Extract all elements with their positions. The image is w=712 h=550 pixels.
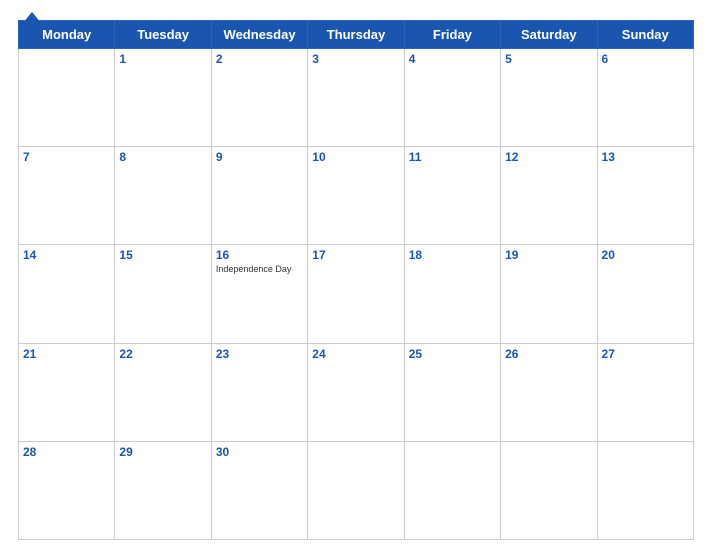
calendar-day-cell: 24: [308, 343, 404, 441]
day-number: 4: [409, 52, 496, 66]
day-number: 13: [602, 150, 689, 164]
calendar-day-cell: 27: [597, 343, 693, 441]
calendar-day-cell: 20: [597, 245, 693, 343]
day-number: 22: [119, 347, 206, 361]
day-number: 8: [119, 150, 206, 164]
day-number: 23: [216, 347, 303, 361]
day-number: 16: [216, 248, 303, 262]
logo: [18, 10, 48, 32]
calendar-day-cell: [19, 49, 115, 147]
calendar-day-cell: 3: [308, 49, 404, 147]
calendar-day-cell: 15: [115, 245, 211, 343]
day-number: 9: [216, 150, 303, 164]
day-number: 7: [23, 150, 110, 164]
calendar-body: 12345678910111213141516Independence Day1…: [19, 49, 694, 540]
day-number: 6: [602, 52, 689, 66]
day-number: 11: [409, 150, 496, 164]
logo-bird-icon: [18, 10, 46, 32]
calendar-day-cell: 5: [501, 49, 597, 147]
day-number: 14: [23, 248, 110, 262]
day-number: 21: [23, 347, 110, 361]
calendar-week-row: 123456: [19, 49, 694, 147]
calendar-day-cell: 25: [404, 343, 500, 441]
calendar-day-cell: 1: [115, 49, 211, 147]
day-number: 5: [505, 52, 592, 66]
day-number: 27: [602, 347, 689, 361]
calendar-day-cell: 2: [211, 49, 307, 147]
weekday-header-cell: Tuesday: [115, 21, 211, 49]
calendar-day-cell: [404, 441, 500, 539]
calendar-day-cell: 7: [19, 147, 115, 245]
calendar-day-cell: 19: [501, 245, 597, 343]
day-number: 1: [119, 52, 206, 66]
day-number: 15: [119, 248, 206, 262]
calendar-day-cell: 22: [115, 343, 211, 441]
calendar-day-cell: 21: [19, 343, 115, 441]
calendar-day-cell: 17: [308, 245, 404, 343]
calendar-day-cell: 16 Independence Day: [211, 245, 307, 343]
holiday-label: Independence Day: [216, 264, 303, 275]
calendar-day-cell: 4: [404, 49, 500, 147]
calendar-day-cell: 29: [115, 441, 211, 539]
day-number: 24: [312, 347, 399, 361]
day-number: 12: [505, 150, 592, 164]
calendar-header: [18, 10, 694, 14]
calendar-day-cell: 14: [19, 245, 115, 343]
calendar-day-cell: 8: [115, 147, 211, 245]
calendar-day-cell: 23: [211, 343, 307, 441]
weekday-header-cell: Wednesday: [211, 21, 307, 49]
calendar-week-row: 28 29 30: [19, 441, 694, 539]
calendar-day-cell: [308, 441, 404, 539]
calendar-table: MondayTuesdayWednesdayThursdayFridaySatu…: [18, 20, 694, 540]
day-number: 19: [505, 248, 592, 262]
calendar-day-cell: [501, 441, 597, 539]
calendar-week-row: 789 10 11 12 13: [19, 147, 694, 245]
weekday-header-cell: Sunday: [597, 21, 693, 49]
day-number: 3: [312, 52, 399, 66]
day-number: 30: [216, 445, 303, 459]
calendar-day-cell: 18: [404, 245, 500, 343]
day-number: 10: [312, 150, 399, 164]
calendar-week-row: 14 15 16 Independence Day 17 18 19 20: [19, 245, 694, 343]
day-number: 18: [409, 248, 496, 262]
calendar-week-row: 21 22 23 24 25 26 27: [19, 343, 694, 441]
day-number: 17: [312, 248, 399, 262]
weekday-header-cell: Friday: [404, 21, 500, 49]
day-number: 25: [409, 347, 496, 361]
day-number: 28: [23, 445, 110, 459]
weekday-header-cell: Saturday: [501, 21, 597, 49]
calendar-day-cell: 10: [308, 147, 404, 245]
calendar-day-cell: 11: [404, 147, 500, 245]
day-number: 29: [119, 445, 206, 459]
calendar-day-cell: [597, 441, 693, 539]
calendar-day-cell: 28: [19, 441, 115, 539]
weekday-header-row: MondayTuesdayWednesdayThursdayFridaySatu…: [19, 21, 694, 49]
weekday-header-cell: Thursday: [308, 21, 404, 49]
calendar-day-cell: 12: [501, 147, 597, 245]
calendar-day-cell: 26: [501, 343, 597, 441]
calendar-day-cell: 13: [597, 147, 693, 245]
day-number: 2: [216, 52, 303, 66]
day-number: 26: [505, 347, 592, 361]
calendar-day-cell: 30: [211, 441, 307, 539]
day-number: 20: [602, 248, 689, 262]
calendar-day-cell: 6: [597, 49, 693, 147]
calendar-day-cell: 9: [211, 147, 307, 245]
